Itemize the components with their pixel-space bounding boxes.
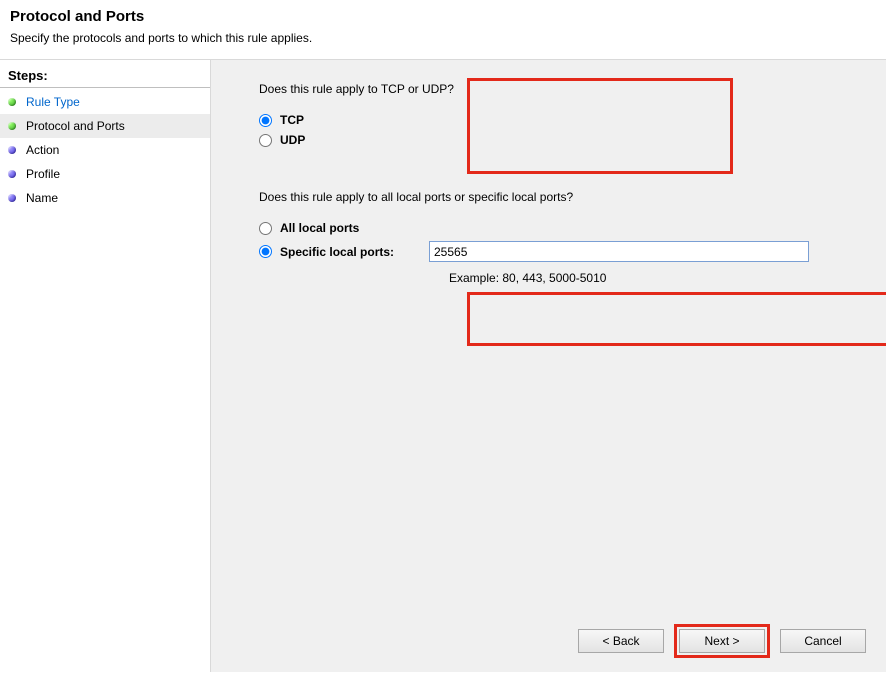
step-rule-type[interactable]: Rule Type bbox=[0, 90, 210, 114]
page-subtitle: Specify the protocols and ports to which… bbox=[10, 31, 876, 45]
step-name[interactable]: Name bbox=[0, 186, 210, 210]
step-action[interactable]: Action bbox=[0, 138, 210, 162]
ports-example-text: Example: 80, 443, 5000-5010 bbox=[239, 265, 866, 285]
radio-udp[interactable] bbox=[259, 134, 272, 147]
radio-specific-ports-row: Specific local ports: bbox=[239, 238, 866, 265]
bullet-icon bbox=[8, 170, 16, 178]
steps-heading: Steps: bbox=[0, 66, 210, 88]
radio-all-ports[interactable] bbox=[259, 222, 272, 235]
specific-ports-input[interactable] bbox=[429, 241, 809, 262]
step-profile[interactable]: Profile bbox=[0, 162, 210, 186]
step-label: Name bbox=[26, 191, 58, 205]
radio-tcp-row: TCP bbox=[239, 110, 866, 130]
ports-group: Does this rule apply to all local ports … bbox=[239, 190, 866, 285]
radio-udp-label[interactable]: UDP bbox=[280, 133, 305, 147]
bullet-icon bbox=[8, 98, 16, 106]
annotation-highlight-specific-ports bbox=[467, 292, 886, 346]
bullet-icon bbox=[8, 122, 16, 130]
step-protocol-and-ports[interactable]: Protocol and Ports bbox=[0, 114, 210, 138]
step-label: Protocol and Ports bbox=[26, 119, 125, 133]
header: Protocol and Ports Specify the protocols… bbox=[0, 0, 886, 59]
step-label: Profile bbox=[26, 167, 60, 181]
protocol-question: Does this rule apply to TCP or UDP? bbox=[239, 82, 866, 96]
radio-all-ports-label[interactable]: All local ports bbox=[280, 221, 359, 235]
protocol-group: Does this rule apply to TCP or UDP? TCP … bbox=[239, 82, 866, 150]
steps-sidebar: Steps: Rule Type Protocol and Ports Acti… bbox=[0, 59, 210, 672]
radio-tcp-label[interactable]: TCP bbox=[280, 113, 304, 127]
wizard-button-bar: < Back Next > Cancel bbox=[578, 624, 866, 658]
next-button[interactable]: Next > bbox=[679, 629, 765, 653]
radio-specific-ports[interactable] bbox=[259, 245, 272, 258]
main-panel: Does this rule apply to TCP or UDP? TCP … bbox=[210, 59, 886, 672]
ports-question: Does this rule apply to all local ports … bbox=[239, 190, 866, 204]
cancel-button[interactable]: Cancel bbox=[780, 629, 866, 653]
back-button[interactable]: < Back bbox=[578, 629, 664, 653]
annotation-highlight-next: Next > bbox=[674, 624, 770, 658]
radio-tcp[interactable] bbox=[259, 114, 272, 127]
radio-specific-ports-label[interactable]: Specific local ports: bbox=[280, 245, 394, 259]
bullet-icon bbox=[8, 194, 16, 202]
page-title: Protocol and Ports bbox=[10, 8, 876, 25]
step-label: Rule Type bbox=[26, 95, 80, 109]
bullet-icon bbox=[8, 146, 16, 154]
radio-all-ports-row: All local ports bbox=[239, 218, 866, 238]
radio-udp-row: UDP bbox=[239, 130, 866, 150]
step-label: Action bbox=[26, 143, 59, 157]
